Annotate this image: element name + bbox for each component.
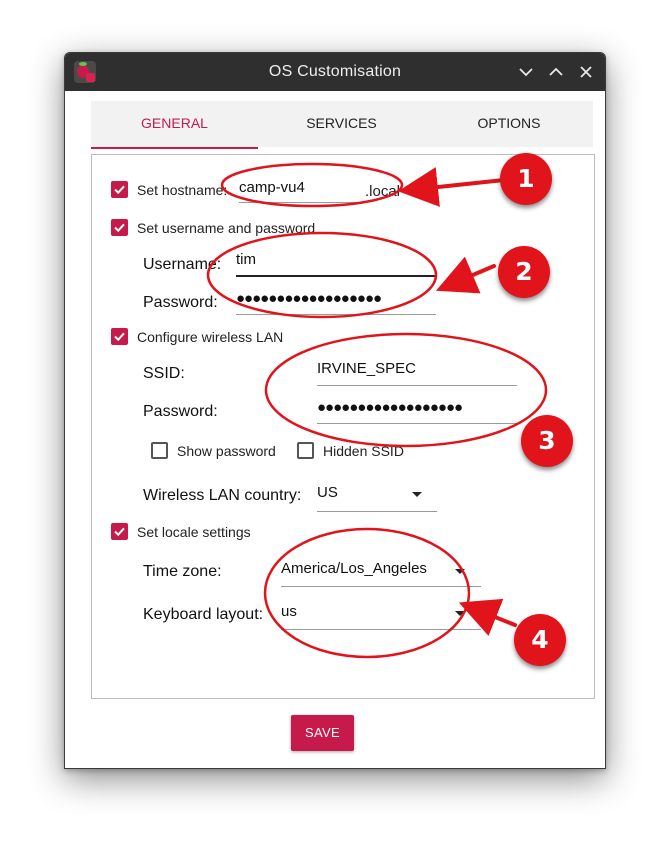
configure-wireless-lan-checkbox[interactable] — [111, 328, 128, 345]
set-hostname-checkbox[interactable] — [111, 181, 128, 198]
user-password-label: Password: — [143, 294, 218, 311]
ssid-label: SSID: — [143, 365, 185, 382]
checkmark-icon — [114, 332, 125, 342]
wifi-password-input[interactable]: ●●●●●●●●●●●●●●●●●● — [317, 396, 517, 424]
tab-bar: GENERAL SERVICES OPTIONS — [91, 101, 593, 149]
hostname-input[interactable]: camp-vu4 — [239, 177, 363, 203]
annotation-marker-4: 4 — [514, 614, 566, 666]
annotation-marker-2: 2 — [498, 246, 550, 298]
caret-down-icon — [455, 611, 465, 616]
set-username-password-checkbox[interactable] — [111, 219, 128, 236]
wireless-country-label: Wireless LAN country: — [143, 487, 302, 504]
tab-options[interactable]: OPTIONS — [425, 101, 593, 147]
username-label: Username: — [143, 256, 222, 273]
set-locale-checkbox[interactable] — [111, 523, 128, 540]
tab-general[interactable]: GENERAL — [91, 101, 258, 149]
hidden-ssid-label: Hidden SSID — [323, 443, 404, 459]
general-settings-panel: Set hostname: camp-vu4 .local Set userna… — [91, 154, 595, 699]
user-password-input[interactable]: ●●●●●●●●●●●●●●●●●● — [236, 287, 436, 315]
ssid-input[interactable]: IRVINE_SPEC — [317, 358, 517, 386]
checkmark-icon — [114, 223, 125, 233]
keyboard-layout-select[interactable]: us — [281, 600, 481, 630]
timezone-value: America/Los_Angeles — [281, 560, 427, 577]
caret-down-icon — [455, 569, 465, 574]
username-input[interactable]: tim — [236, 249, 436, 277]
configure-wireless-lan-label: Configure wireless LAN — [137, 329, 284, 345]
tab-services[interactable]: SERVICES — [258, 101, 425, 147]
chevron-up-icon — [549, 67, 563, 76]
caret-down-icon — [412, 492, 422, 497]
timezone-label: Time zone: — [143, 563, 222, 580]
set-locale-label: Set locale settings — [137, 524, 251, 540]
close-icon — [580, 66, 592, 78]
wireless-country-value: US — [317, 484, 338, 501]
keyboard-layout-label: Keyboard layout: — [143, 606, 264, 623]
checkmark-icon — [114, 185, 125, 195]
keyboard-layout-value: us — [281, 603, 297, 620]
hostname-suffix: .local — [365, 183, 401, 200]
save-button[interactable]: SAVE — [291, 715, 354, 751]
timezone-select[interactable]: America/Los_Angeles — [281, 557, 481, 587]
chevron-down-icon — [519, 68, 533, 77]
show-password-checkbox[interactable] — [151, 442, 168, 459]
show-password-label: Show password — [177, 443, 276, 459]
minimize-button[interactable] — [514, 60, 538, 84]
annotation-marker-3: 3 — [521, 415, 573, 467]
set-hostname-label: Set hostname: — [137, 182, 228, 198]
close-button[interactable] — [574, 60, 598, 84]
set-username-password-label: Set username and password — [137, 220, 316, 236]
hidden-ssid-checkbox[interactable] — [297, 442, 314, 459]
checkmark-icon — [114, 527, 125, 537]
wifi-password-label: Password: — [143, 403, 218, 420]
title-bar[interactable]: OS Customisation — [65, 53, 605, 91]
annotation-marker-1: 1 — [500, 153, 552, 205]
maximize-button[interactable] — [544, 60, 568, 84]
